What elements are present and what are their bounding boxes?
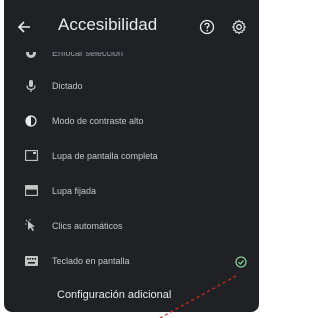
list-item-label: Dictado <box>52 80 83 91</box>
list-item-label: Lupa de pantalla completa <box>52 150 158 161</box>
gear-icon <box>231 19 247 35</box>
docked-magnifier-icon <box>24 184 38 198</box>
list-item-label: Clics automáticos <box>52 220 123 231</box>
keyboard-icon <box>24 254 38 268</box>
list-item-label: Modo de contraste alto <box>52 115 144 126</box>
fullscreen-magnifier-icon <box>24 149 38 163</box>
help-icon <box>199 19 215 35</box>
header: Accesibilidad <box>4 0 259 52</box>
additional-settings-label: Configuración adicional <box>57 289 172 301</box>
contrast-icon <box>24 114 38 128</box>
arrow-back-icon <box>17 21 30 33</box>
list-item-label: Teclado en pantalla <box>52 255 130 266</box>
accessibility-panel: Enfocar selección Dictado Modo de contra… <box>4 0 259 312</box>
enabled-check-icon <box>235 255 247 268</box>
list-item-label: Lupa fijada <box>52 185 97 196</box>
list-item-docked-magnifier[interactable]: Lupa fijada <box>4 173 259 208</box>
app-frame: Enfocar selección Dictado Modo de contra… <box>0 0 264 318</box>
list-item-dictation[interactable]: Dictado <box>4 68 259 103</box>
microphone-icon <box>24 79 38 93</box>
list-item-onscreen-keyboard[interactable]: Teclado en pantalla <box>4 243 259 278</box>
list-item-high-contrast[interactable]: Modo de contraste alto <box>4 103 259 138</box>
page-title: Accesibilidad <box>58 15 158 34</box>
help-button[interactable] <box>196 16 218 38</box>
additional-settings-button[interactable]: Configuración adicional <box>4 280 259 312</box>
list-item-auto-click[interactable]: Clics automáticos <box>4 208 259 243</box>
back-button[interactable] <box>12 15 36 39</box>
accessibility-options-list: Enfocar selección Dictado Modo de contra… <box>4 38 259 278</box>
list-item-fullscreen-magnifier[interactable]: Lupa de pantalla completa <box>4 138 259 173</box>
settings-button[interactable] <box>228 16 250 38</box>
auto-click-icon <box>24 219 38 233</box>
